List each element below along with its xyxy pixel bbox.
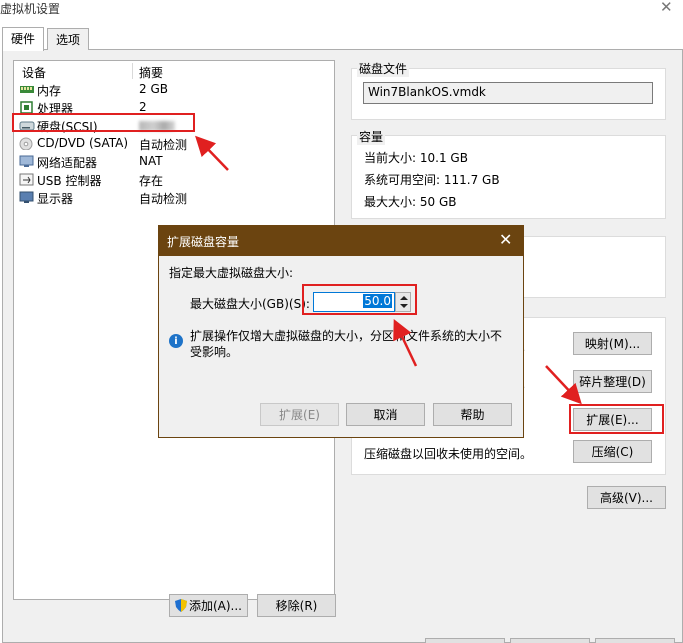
annotation-arrows xyxy=(195,135,582,405)
